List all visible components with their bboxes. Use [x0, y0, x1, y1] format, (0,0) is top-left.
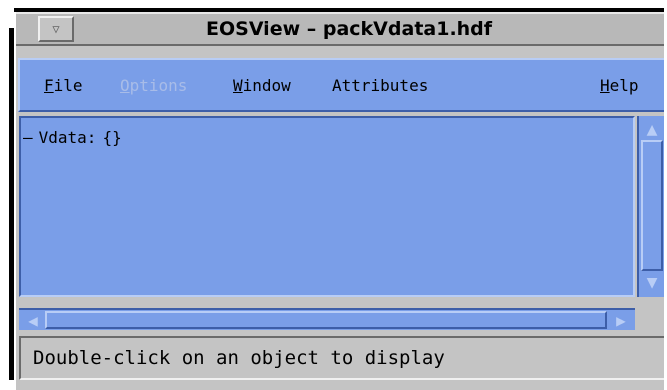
object-tree-view[interactable]: – Vdata: {} [19, 116, 635, 297]
vertical-scroll-thumb[interactable] [641, 140, 663, 271]
tree-expander-icon[interactable]: – [23, 128, 33, 147]
menu-bar: File Options Window Attributes Help [18, 58, 664, 112]
window-title: EOSView – packVdata1.hdf [206, 18, 493, 40]
menu-options-label: ptions [129, 76, 188, 95]
menu-file-mnemonic: F [44, 76, 54, 95]
menu-file[interactable]: File [44, 76, 83, 95]
menu-options: Options [120, 76, 187, 95]
scroll-right-arrow-icon[interactable]: ▶ [609, 310, 633, 330]
horizontal-scroll-thumb[interactable] [45, 311, 607, 329]
menu-file-label: ile [53, 76, 83, 95]
scroll-down-arrow-icon[interactable]: ▼ [641, 271, 663, 293]
menu-help-mnemonic: H [600, 76, 610, 95]
vertical-scrollbar[interactable]: ▲ ▼ [637, 116, 664, 297]
menu-attributes-label: Attributes [332, 76, 429, 95]
title-bar[interactable]: ▽ EOSView – packVdata1.hdf [16, 12, 664, 46]
menu-help[interactable]: Help [600, 76, 639, 95]
menu-window-mnemonic: W [233, 76, 243, 95]
tree-node-value: {} [102, 128, 122, 147]
menu-window[interactable]: Window [233, 76, 291, 95]
menu-options-mnemonic: O [120, 76, 130, 95]
tree-node-vdata[interactable]: – Vdata: {} [23, 128, 128, 147]
eosview-window: ▽ EOSView – packVdata1.hdf File Options … [0, 0, 667, 390]
scrollbar-corner [637, 297, 664, 330]
menu-attributes[interactable]: Attributes [332, 76, 428, 95]
horizontal-scrollbar[interactable]: ◀ ▶ [19, 308, 635, 330]
menu-window-label: indow [242, 76, 291, 95]
scroll-up-arrow-icon[interactable]: ▲ [641, 118, 663, 140]
window-menu-icon[interactable]: ▽ [38, 16, 74, 42]
scroll-left-arrow-icon[interactable]: ◀ [21, 310, 45, 330]
tree-node-label: Vdata: [38, 128, 97, 147]
status-bar: Double-click on an object to display [19, 336, 664, 380]
status-message: Double-click on an object to display [33, 347, 445, 369]
window-frame-left [9, 28, 14, 380]
menu-help-label: elp [609, 76, 639, 95]
